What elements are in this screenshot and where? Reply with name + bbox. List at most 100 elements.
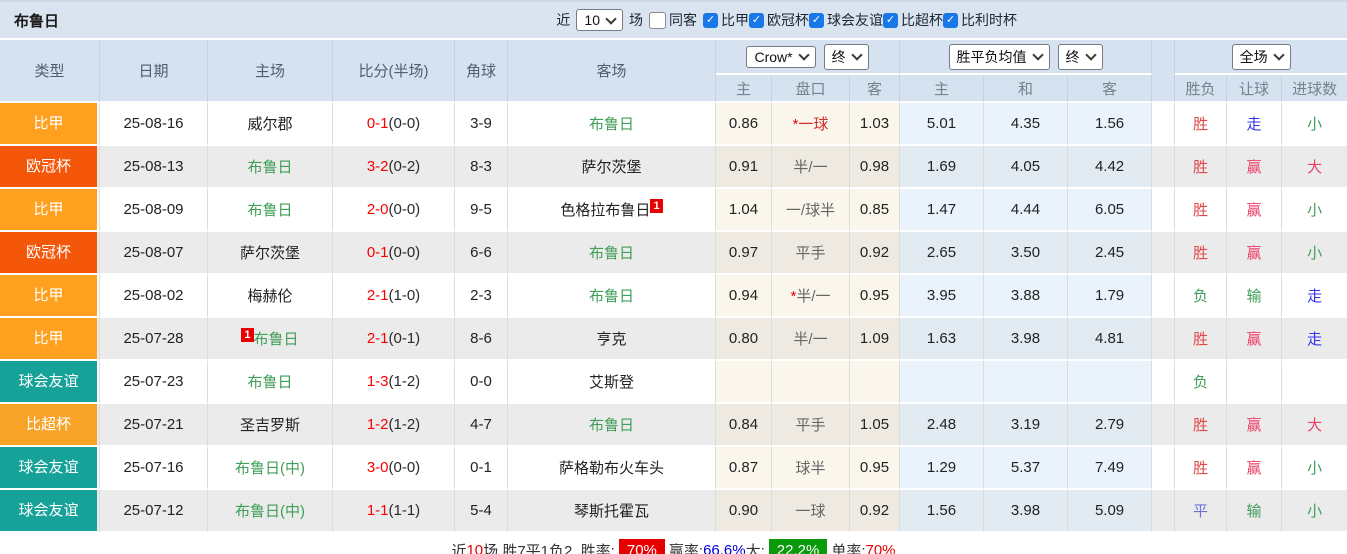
chevron-down-icon [605, 12, 617, 25]
table-header: 类型 日期 主场 比分(半场) 角球 客场 Crow* 终 胜平负均值 终 全场… [0, 40, 1347, 103]
result-cell: 胜 [1175, 447, 1228, 490]
handicap-result-cell: 走 [1227, 103, 1283, 146]
goals-result-cell [1282, 361, 1347, 404]
league-filter-checkbox[interactable]: ✓ [809, 12, 824, 28]
away-team: 色格拉布鲁日 1 [508, 189, 716, 232]
corners-score: 3-9 [455, 103, 508, 146]
same-venue-checkbox[interactable] [649, 11, 666, 29]
recent-count-select[interactable]: 10 [576, 9, 623, 31]
goals-result-cell: 小 [1282, 189, 1347, 232]
avg-odds-away: 7.49 [1068, 447, 1153, 490]
handicap-result-cell: 赢 [1227, 404, 1283, 447]
home-team: 萨尔茨堡 [208, 232, 333, 275]
result-cell: 胜 [1175, 318, 1228, 361]
corners-score: 8-6 [455, 318, 508, 361]
fulltime-score: 2-0 [366, 201, 389, 218]
avg-odds-draw: 3.88 [984, 275, 1069, 318]
col-header-date: 日期 [100, 40, 208, 103]
table-row: 比甲 25-08-16 威尔郡 0-1(0-0) 3-9 布鲁日 0.86 *一… [0, 103, 1347, 146]
away-team: 布鲁日 [508, 275, 716, 318]
handicap-result-cell: 输 [1227, 490, 1283, 533]
away-team: 琴斯托霍瓦 [508, 490, 716, 533]
fulltime-score: 0-1 [366, 244, 389, 261]
odds-company-select[interactable]: Crow* [746, 45, 816, 68]
odds-away: 1.09 [850, 318, 901, 361]
goals-result-cell: 小 [1282, 490, 1347, 533]
match-date: 25-07-21 [100, 404, 208, 447]
league-badge-cell: 比甲 [0, 103, 100, 146]
odds-state-select[interactable]: 终 [823, 43, 869, 70]
avg-state-select[interactable]: 终 [1057, 43, 1103, 70]
avg-odds-select[interactable]: 胜平负均值 [948, 43, 1050, 70]
league-badge: 比甲 [0, 103, 97, 144]
table-row: 欧冠杯 25-08-13 布鲁日 3-2(0-2) 8-3 萨尔茨堡 0.91 … [0, 146, 1347, 189]
result-cell: 胜 [1175, 404, 1228, 447]
league-filter-checkbox[interactable]: ✓ [703, 12, 718, 28]
odds-home [716, 361, 772, 404]
subheader-odds-away: 客 [850, 75, 901, 103]
corners-score: 9-5 [455, 189, 508, 232]
result-cell: 胜 [1175, 189, 1228, 232]
subheader-avg-home: 主 [900, 75, 985, 103]
handicap-result-cell: 赢 [1227, 189, 1283, 232]
avg-odds-draw: 3.98 [984, 318, 1069, 361]
same-venue-filter: 同客 [649, 10, 697, 30]
league-filter-checkbox[interactable]: ✓ [943, 12, 958, 28]
league-filter-checkbox[interactable]: ✓ [883, 12, 898, 28]
top-bar: 布鲁日 近 10 场 同客 ✓ 比甲 ✓ 欧冠杯 ✓ 球会友谊 ✓ 比超杯 ✓ 比利时杯 [0, 0, 1347, 40]
odds-home: 0.94 [716, 275, 772, 318]
fulltime-score: 0-1 [366, 115, 389, 132]
avg-odds-away: 2.45 [1068, 232, 1153, 275]
home-team: 1 布鲁日 [208, 318, 333, 361]
separator-cell [1152, 232, 1176, 275]
summary-segment: 66.6% [703, 542, 746, 554]
avg-odds-home: 5.01 [900, 103, 985, 146]
result-cell: 平 [1175, 490, 1228, 533]
odds-away: 0.98 [850, 146, 901, 189]
fulltime-score: 2-1 [366, 330, 389, 347]
red-number-badge: 1 [241, 328, 254, 342]
table-row: 球会友谊 25-07-16 布鲁日(中) 3-0(0-0) 0-1 萨格勒布火车… [0, 447, 1347, 490]
avg-odds-draw [984, 361, 1069, 404]
summary-segment: 场,胜7平1负2, 胜率: [483, 543, 615, 554]
odds-home: 0.80 [716, 318, 772, 361]
fulltime-score: 1-3 [366, 373, 389, 390]
odds-home: 0.91 [716, 146, 772, 189]
match-date: 25-08-02 [100, 275, 208, 318]
summary-segment: 70% [618, 539, 665, 554]
odds-home: 0.90 [716, 490, 772, 533]
avg-odds-away: 2.79 [1068, 404, 1153, 447]
chevron-down-icon [797, 49, 810, 61]
league-badge-cell: 欧冠杯 [0, 232, 100, 275]
corners-score: 0-0 [455, 361, 508, 404]
league-filter: ✓ 球会友谊 [809, 10, 883, 30]
league-filter: ✓ 欧冠杯 [749, 10, 809, 30]
away-team: 亨克 [508, 318, 716, 361]
handicap-result-cell: 赢 [1227, 447, 1283, 490]
league-filter-label: 球会友谊 [827, 12, 883, 29]
home-team: 布鲁日(中) [208, 490, 333, 533]
handicap-line: 平手 [772, 404, 850, 447]
halftime-score: (0-0) [388, 459, 421, 476]
corners-score: 2-3 [455, 275, 508, 318]
handicap-line: 球半 [772, 447, 850, 490]
league-badge-cell: 球会友谊 [0, 447, 100, 490]
handicap-result-cell: 输 [1227, 275, 1283, 318]
avg-odds-draw: 4.44 [984, 189, 1069, 232]
corners-score: 0-1 [455, 447, 508, 490]
subheader-result: 胜负 [1175, 75, 1228, 103]
league-filter-checkbox[interactable]: ✓ [749, 12, 764, 28]
check-icon: ✓ [751, 13, 762, 26]
period-select[interactable]: 全场 [1231, 43, 1291, 70]
summary-segment: 单率: [831, 543, 866, 554]
avg-odds-draw: 4.05 [984, 146, 1069, 189]
check-icon: ✓ [885, 13, 896, 26]
handicap-result-cell [1227, 361, 1283, 404]
separator-cell [1152, 275, 1176, 318]
home-team: 威尔郡 [208, 103, 333, 146]
fulltime-score: 1-1 [366, 502, 389, 519]
score-cell: 2-1(1-0) [333, 275, 455, 318]
avg-odds-away: 1.79 [1068, 275, 1153, 318]
handicap-result-cell: 赢 [1227, 146, 1283, 189]
separator-cell [1152, 146, 1176, 189]
